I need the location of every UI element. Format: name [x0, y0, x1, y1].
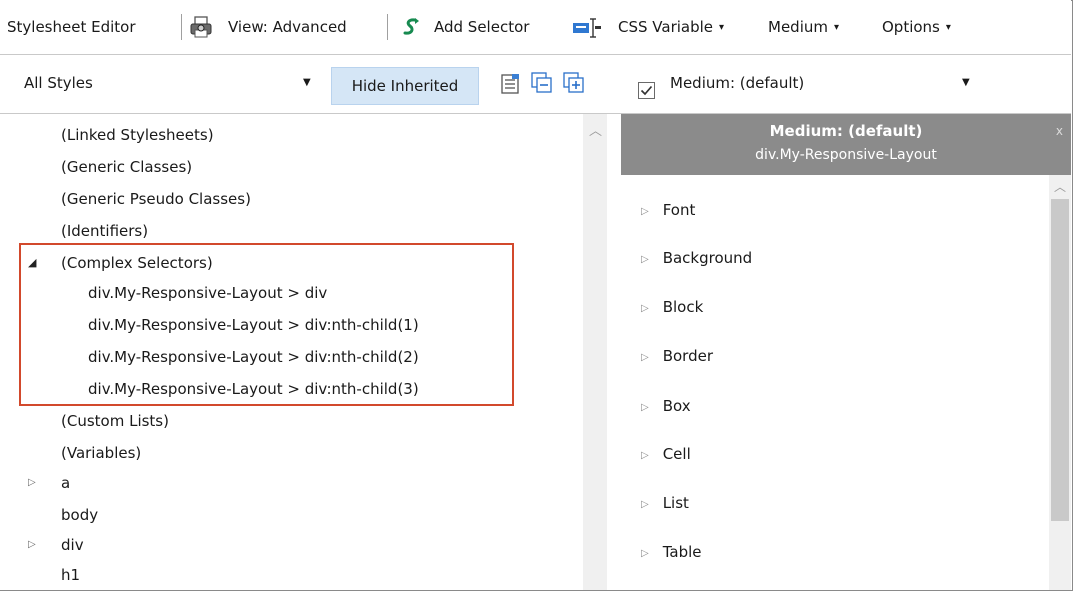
tree-item-label: h1 — [61, 566, 81, 584]
css-variable-icon[interactable] — [572, 17, 602, 43]
expander-icon: ▷ — [641, 548, 649, 559]
medium-label: Medium — [768, 18, 828, 36]
tree-item[interactable]: a — [61, 468, 70, 498]
add-selector-button[interactable]: Add Selector — [434, 0, 529, 54]
category-label: Table — [662, 543, 702, 561]
expander-icon: ▷ — [641, 303, 649, 314]
expander-icon[interactable]: ▷ — [28, 530, 36, 560]
checkbox-icon[interactable] — [638, 75, 655, 113]
tree-item[interactable]: (Identifiers) — [61, 216, 148, 246]
tree-item-label: body — [61, 506, 99, 524]
tree-item-label: (Generic Pseudo Classes) — [61, 190, 251, 208]
category-label: Font — [662, 201, 696, 219]
collapse-icon[interactable] — [530, 71, 554, 99]
print-preview-icon[interactable] — [188, 15, 214, 43]
tree-item[interactable]: (Custom Lists) — [61, 406, 169, 436]
view-mode-button[interactable]: View: Advanced — [228, 0, 347, 54]
category-label: Background — [662, 249, 753, 267]
properties-panel: Medium: (default) div.My-Responsive-Layo… — [621, 114, 1071, 590]
options-menu[interactable]: Options ▾ — [882, 0, 951, 54]
chevron-down-icon: ▾ — [833, 22, 840, 33]
category-list[interactable]: ▷ List — [641, 488, 689, 518]
highlight-annotation — [19, 243, 514, 406]
tree-item-label: (Generic Classes) — [61, 158, 193, 176]
category-label: Block — [662, 298, 704, 316]
tree-item[interactable]: body — [61, 500, 98, 530]
styles-filter-value: All Styles — [24, 74, 93, 92]
chevron-down-icon: ▾ — [719, 22, 725, 33]
tree-item[interactable]: h1 — [61, 560, 80, 590]
category-label: List — [662, 494, 689, 512]
chevron-down-icon: ▾ — [945, 22, 951, 33]
tree-item-label: div — [61, 536, 84, 554]
css-variable-menu[interactable]: CSS Variable ▾ — [618, 0, 724, 54]
tree-item[interactable]: (Variables) — [61, 438, 141, 468]
pane-divider[interactable] — [607, 114, 621, 590]
view-icon[interactable] — [500, 73, 522, 99]
category-label: Cell — [662, 445, 691, 463]
category-block[interactable]: ▷ Block — [641, 292, 703, 322]
scroll-up-icon[interactable]: ︿ — [589, 120, 602, 139]
tree-item[interactable]: (Generic Pseudo Classes) — [61, 184, 251, 214]
options-label: Options — [882, 18, 940, 36]
properties-medium-title: Medium: (default) — [769, 122, 923, 140]
tree-item[interactable]: (Generic Classes) — [61, 152, 192, 182]
category-cell[interactable]: ▷ Cell — [641, 439, 691, 469]
expander-icon: ▷ — [641, 402, 649, 413]
expander-icon: ▷ — [641, 254, 649, 265]
expander-icon: ▷ — [641, 450, 649, 461]
toolbar-separator — [181, 14, 182, 40]
dropdown-arrow-icon: ▼ — [303, 77, 311, 88]
category-table[interactable]: ▷ Table — [641, 537, 702, 567]
tree-item[interactable]: (Linked Stylesheets) — [61, 120, 214, 150]
category-border[interactable]: ▷ Border — [641, 341, 713, 371]
tree-item-label: (Custom Lists) — [61, 412, 169, 430]
tree-item-label: (Linked Stylesheets) — [61, 126, 214, 144]
properties-scrollbar[interactable]: ︿ — [1049, 175, 1071, 590]
category-font[interactable]: ▷ Font — [641, 195, 695, 225]
expand-icon[interactable] — [562, 71, 586, 99]
scrollbar-thumb[interactable] — [1051, 199, 1069, 521]
tree-item-label: a — [61, 474, 71, 492]
tree-item-label: (Variables) — [61, 444, 142, 462]
medium-menu[interactable]: Medium ▾ — [768, 0, 839, 54]
expander-icon: ▷ — [641, 352, 649, 363]
expander-icon: ▷ — [641, 206, 649, 217]
tree-item-label: (Identifiers) — [61, 222, 149, 240]
dropdown-arrow-icon: ▼ — [962, 77, 970, 88]
expander-icon: ▷ — [641, 499, 649, 510]
properties-header: Medium: (default) div.My-Responsive-Layo… — [621, 114, 1071, 175]
properties-selector-subtitle: div.My-Responsive-Layout — [755, 147, 937, 163]
styles-filter-dropdown[interactable]: All Styles ▼ — [7, 64, 325, 102]
close-icon[interactable]: x — [1056, 124, 1063, 138]
expander-icon[interactable]: ▷ — [28, 468, 36, 498]
medium-dropdown-value: Medium: (default) — [670, 74, 805, 92]
toolbar-separator — [387, 14, 388, 40]
tree-item[interactable]: div — [61, 530, 84, 560]
category-background[interactable]: ▷ Background — [641, 243, 752, 273]
category-box[interactable]: ▷ Box — [641, 391, 691, 421]
scroll-up-icon[interactable]: ︿ — [1054, 178, 1066, 195]
css-variable-label: CSS Variable — [618, 18, 714, 36]
category-label: Box — [662, 397, 691, 415]
category-label: Border — [662, 347, 713, 365]
editor-title: Stylesheet Editor — [7, 18, 136, 36]
medium-dropdown[interactable]: Medium: (default) ▼ — [630, 64, 985, 102]
hide-inherited-toggle[interactable]: Hide Inherited — [331, 67, 479, 105]
tree-scrollbar[interactable]: ︿ — [583, 114, 607, 590]
add-selector-icon[interactable] — [401, 17, 423, 41]
main-toolbar: Stylesheet Editor View: Advanced Add Sel… — [0, 0, 1071, 55]
